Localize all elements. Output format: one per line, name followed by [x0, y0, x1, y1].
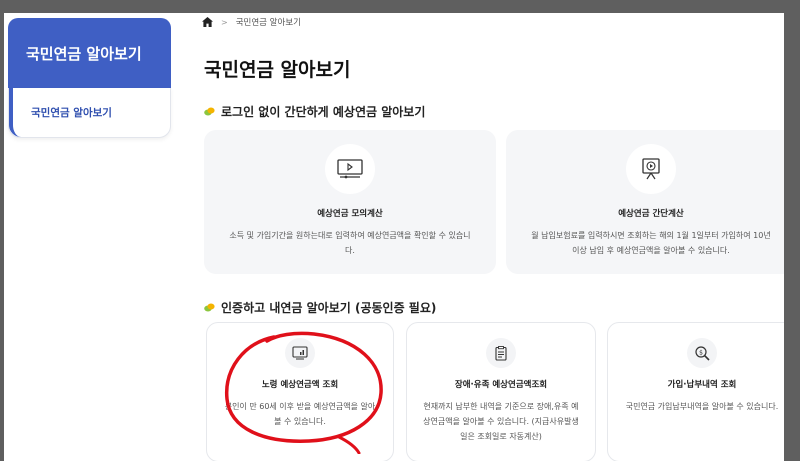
card-title: 장애·유족 예상연금액조회 — [454, 380, 548, 390]
card-description: 현재까지 납부한 내역을 기준으로 장애,유족 예상연금액을 알아볼 수 있습니… — [423, 402, 579, 441]
section-title-text: 인증하고 내연금 알아보기 (공동인증 필요) — [221, 301, 437, 315]
monitor-play-icon — [626, 144, 676, 194]
sidebar-menu: 국민연금 알아보기 — [8, 88, 171, 138]
sidebar-title: 국민연금 알아보기 — [8, 18, 171, 88]
card-payment-history[interactable]: $ 가입·납부내역 조회 국민연금 가입납부내역을 알아볼 수 있습니다. — [607, 322, 784, 461]
breadcrumb-current[interactable]: 국민연금 알아보기 — [236, 16, 301, 28]
section-title-text: 로그인 없이 간단하게 예상연금 알아보기 — [221, 105, 426, 119]
card-description: 국민연금 가입납부내역을 알아볼 수 있습니다. — [625, 402, 779, 411]
chevron-right-icon: > — [221, 17, 228, 27]
card-description: 소득 및 가입기간을 원하는대로 입력하여 예상연금액을 확인할 수 있습니다. — [229, 231, 471, 255]
card-description: 본인이 만 60세 이후 받을 예상연금액을 알아볼 수 있습니다. — [224, 402, 376, 426]
section-title-no-login: 로그인 없이 간단하게 예상연금 알아보기 — [204, 103, 425, 120]
app-window: 국민연금 알아보기 국민연금 알아보기 > 국민연금 알아보기 국민연금 알아보… — [4, 13, 784, 461]
card-title: 가입·납부내역 조회 — [667, 380, 737, 390]
coin-search-icon: $ — [687, 338, 717, 368]
card-disability-survivor[interactable]: 장애·유족 예상연금액조회 현재까지 납부한 내역을 기준으로 장애,유족 예상… — [406, 322, 596, 461]
chart-monitor-icon — [285, 338, 315, 368]
svg-text:$: $ — [699, 350, 703, 357]
section-title-certified: 인증하고 내연금 알아보기 (공동인증 필요) — [204, 299, 436, 316]
sidebar-item-pension-info[interactable]: 국민연금 알아보기 — [9, 88, 170, 137]
document-icon — [486, 338, 516, 368]
card-description: 월 납입보험료를 입력하시면 조회하는 해의 1월 1일부터 가입하여 10년 … — [531, 231, 771, 255]
card-simple-calculation[interactable]: 예상연금 간단계산 월 납입보험료를 입력하시면 조회하는 해의 1월 1일부터… — [506, 130, 784, 274]
card-title: 예상연금 간단계산 — [618, 209, 684, 219]
breadcrumb: > 국민연금 알아보기 — [202, 15, 301, 29]
card-old-age-pension[interactable]: 노령 예상연금액 조회 본인이 만 60세 이후 받을 예상연금액을 알아볼 수… — [206, 322, 394, 461]
home-icon[interactable] — [202, 17, 213, 27]
card-title: 노령 예상연금액 조회 — [261, 380, 339, 390]
leaf-icon — [204, 106, 215, 117]
leaf-icon — [204, 302, 215, 313]
card-title: 예상연금 모의계산 — [317, 209, 383, 219]
video-screen-icon — [325, 144, 375, 194]
page-title: 국민연금 알아보기 — [204, 59, 351, 81]
card-mock-calculation[interactable]: 예상연금 모의계산 소득 및 가입기간을 원하는대로 입력하여 예상연금액을 확… — [204, 130, 496, 274]
